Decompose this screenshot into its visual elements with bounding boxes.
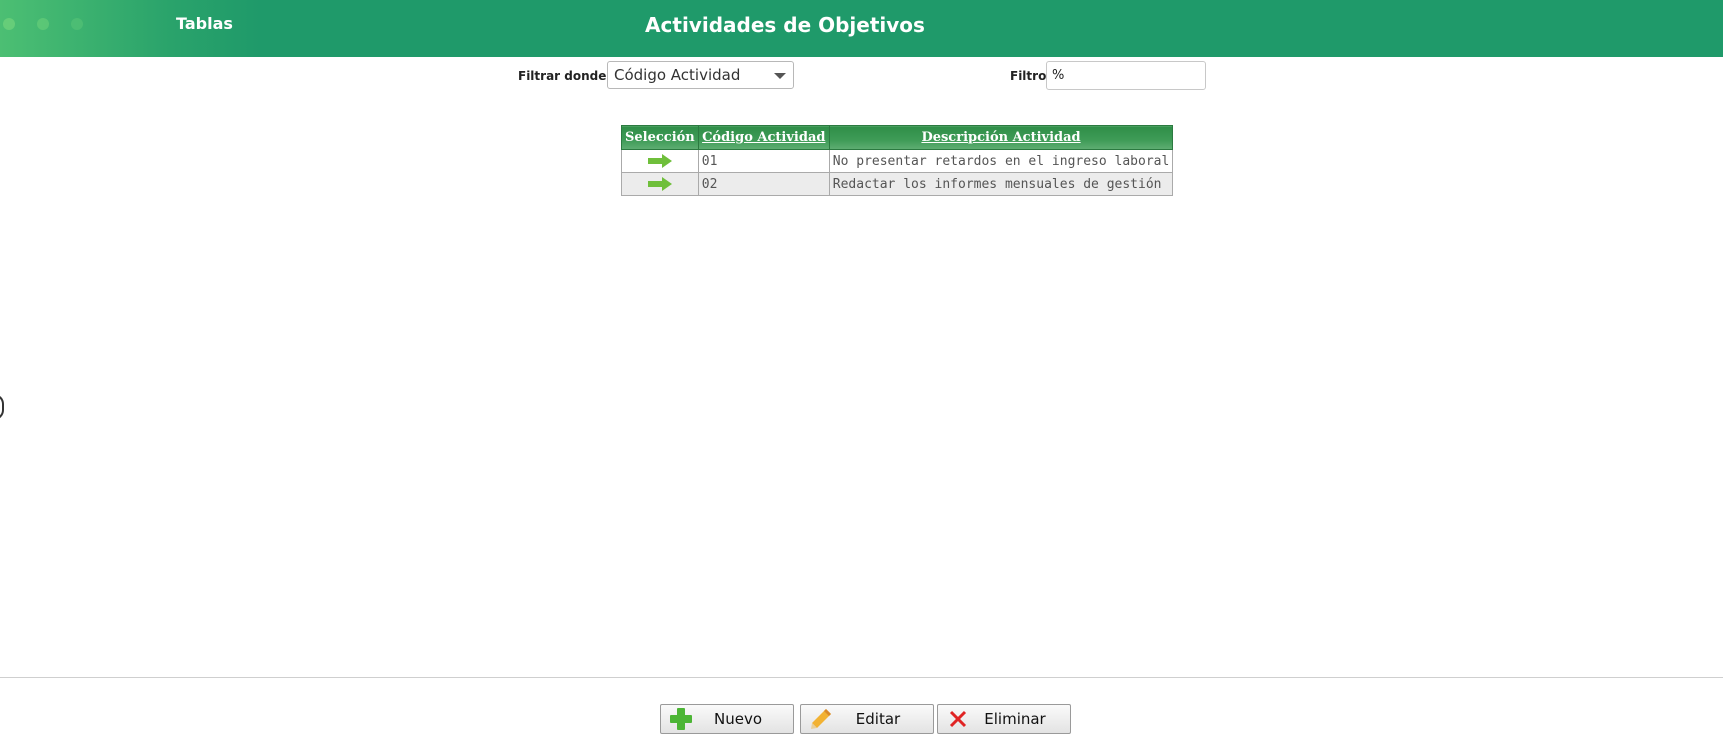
filter-field-select[interactable]: Código Actividad <box>607 61 794 89</box>
select-cell[interactable] <box>621 172 699 196</box>
footer-divider <box>0 677 1723 678</box>
x-icon <box>944 707 972 731</box>
description-cell: No presentar retardos en el ingreso labo… <box>828 149 1174 173</box>
filter-value-label: Filtro <box>1010 69 1047 83</box>
edge-handle <box>0 394 4 420</box>
page-title: Actividades de Objetivos <box>645 13 925 37</box>
nuevo-button-label: Nuevo <box>713 710 762 728</box>
arrow-right-icon[interactable] <box>647 154 673 168</box>
nuevo-button[interactable]: Nuevo <box>660 704 794 734</box>
app-header: Tablas Actividades de Objetivos <box>0 0 1723 57</box>
column-header-descripcion-label[interactable]: Descripción Actividad <box>921 130 1080 145</box>
column-header-codigo[interactable]: Código Actividad <box>697 125 830 150</box>
table-header-row: Selección Código Actividad Descripción A… <box>621 125 1174 150</box>
filter-bar: Filtrar donde Código Actividad Filtro % <box>0 60 1723 92</box>
editar-button[interactable]: Editar <box>800 704 934 734</box>
code-cell: 02 <box>697 172 830 196</box>
eliminar-button[interactable]: Eliminar <box>937 704 1071 734</box>
select-cell[interactable] <box>621 149 699 173</box>
column-header-codigo-label[interactable]: Código Actividad <box>702 130 825 145</box>
arrow-right-icon[interactable] <box>647 177 673 191</box>
table-row: 01 No presentar retardos en el ingreso l… <box>621 149 1174 173</box>
activities-table: Selección Código Actividad Descripción A… <box>621 125 1174 196</box>
filter-field-value: Código Actividad <box>614 66 741 84</box>
column-header-descripcion[interactable]: Descripción Actividad <box>828 125 1174 150</box>
filter-field-label: Filtrar donde <box>518 69 607 83</box>
column-header-seleccion: Selección <box>621 125 699 150</box>
table-row: 02 Redactar los informes mensuales de ge… <box>621 172 1174 196</box>
description-cell: Redactar los informes mensuales de gesti… <box>828 172 1174 196</box>
editar-button-label: Editar <box>855 710 901 728</box>
eliminar-button-label: Eliminar <box>984 710 1046 728</box>
plus-icon <box>667 707 695 731</box>
code-cell: 01 <box>697 149 830 173</box>
chevron-down-icon <box>774 73 786 79</box>
pencil-icon <box>807 707 835 731</box>
filter-value-input[interactable]: % <box>1046 61 1206 90</box>
